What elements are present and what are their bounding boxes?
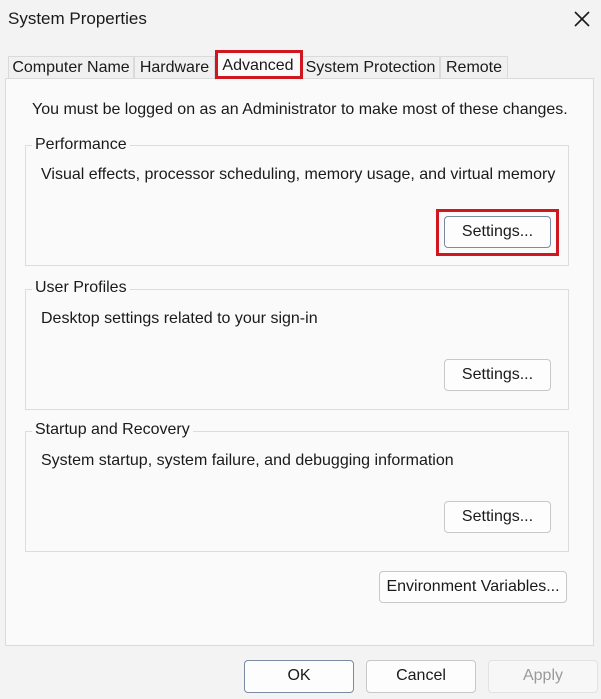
startup-recovery-group <box>25 431 569 552</box>
title-bar: System Properties <box>0 0 601 40</box>
performance-group-title: Performance <box>32 136 130 154</box>
admin-notice: You must be logged on as an Administrato… <box>32 101 568 118</box>
startup-recovery-description: System startup, system failure, and debu… <box>41 452 454 469</box>
window-title: System Properties <box>8 9 147 28</box>
performance-description: Visual effects, processor scheduling, me… <box>41 166 556 183</box>
close-button[interactable] <box>568 5 596 33</box>
tab-remote[interactable]: Remote <box>440 56 508 78</box>
user-profiles-description: Desktop settings related to your sign-in <box>41 310 318 327</box>
tab-system-protection[interactable]: System Protection <box>301 56 440 78</box>
advanced-tab-highlight <box>215 50 303 79</box>
ok-button[interactable]: OK <box>244 660 354 693</box>
user-profiles-settings-button[interactable]: Settings... <box>444 359 551 391</box>
startup-recovery-settings-button[interactable]: Settings... <box>444 501 551 533</box>
user-profiles-group <box>25 289 569 410</box>
tab-hardware[interactable]: Hardware <box>134 56 215 78</box>
performance-settings-highlight <box>436 209 559 256</box>
tab-computer-name[interactable]: Computer Name <box>8 56 134 78</box>
cancel-button[interactable]: Cancel <box>366 660 476 693</box>
environment-variables-button[interactable]: Environment Variables... <box>379 571 567 603</box>
apply-button[interactable]: Apply <box>488 660 598 693</box>
user-profiles-group-title: User Profiles <box>32 279 130 297</box>
close-icon <box>574 11 590 27</box>
startup-recovery-group-title: Startup and Recovery <box>32 421 193 439</box>
